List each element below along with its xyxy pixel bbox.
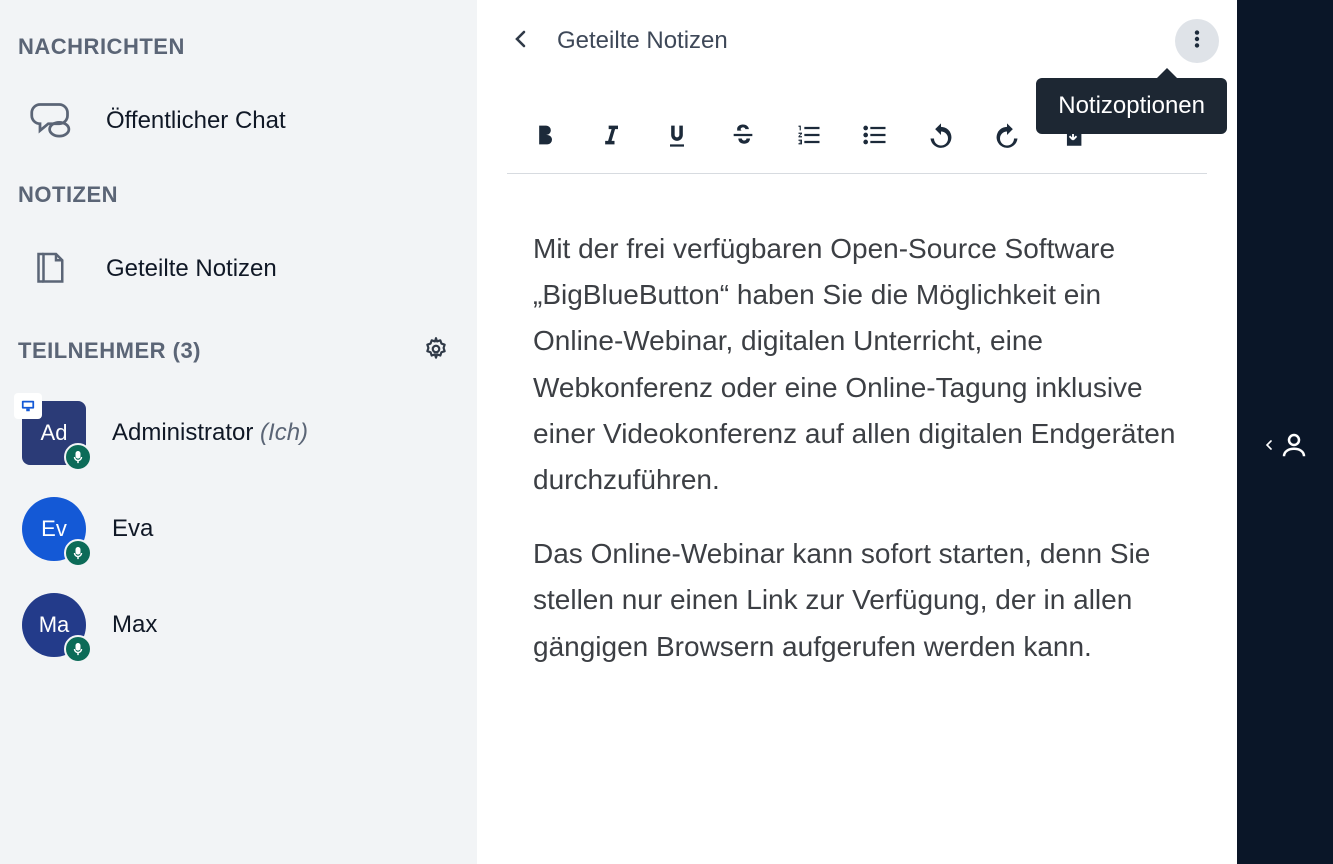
shared-notes-label: Geteilte Notizen: [106, 255, 277, 283]
user-icon: [1279, 430, 1309, 463]
notes-panel: Geteilte Notizen Notizoptionen: [477, 0, 1237, 864]
undo-button[interactable]: [925, 117, 957, 155]
avatar: Ev: [22, 497, 86, 561]
section-title-notes: NOTIZEN: [0, 168, 477, 222]
undo-icon: [927, 121, 955, 152]
underline-button[interactable]: [661, 117, 693, 155]
note-paragraph: Mit der frei verfügbaren Open-Source Sof…: [533, 226, 1181, 503]
notes-icon: [22, 240, 80, 298]
ordered-list-icon: [795, 121, 823, 152]
participants-settings-button[interactable]: [417, 330, 455, 371]
chevron-left-icon: [509, 42, 533, 57]
mic-icon: [64, 443, 92, 471]
right-toolbar: [1237, 0, 1333, 864]
unordered-list-icon: [861, 121, 889, 152]
redo-button[interactable]: [991, 117, 1023, 155]
section-title-participants: TEILNEHMER (3): [18, 338, 201, 364]
editor: Mit der frei verfügbaren Open-Source Sof…: [477, 81, 1237, 864]
redo-icon: [993, 121, 1021, 152]
note-options-button[interactable]: [1175, 19, 1219, 63]
panel-header: Geteilte Notizen: [477, 0, 1237, 81]
bold-icon: [531, 121, 559, 152]
participant-item[interactable]: Ad Administrator (Ich): [0, 385, 477, 481]
panel-title: Geteilte Notizen: [557, 27, 728, 55]
strikethrough-button[interactable]: [727, 117, 759, 155]
participant-item[interactable]: Ev Eva: [0, 481, 477, 577]
sidebar-item-shared-notes[interactable]: Geteilte Notizen: [0, 222, 477, 316]
mic-icon: [64, 539, 92, 567]
options-tooltip: Notizoptionen: [1036, 78, 1227, 134]
note-paragraph: Das Online-Webinar kann sofort starten, …: [533, 531, 1181, 670]
avatar: Ad: [22, 401, 86, 465]
participant-name: Max: [112, 611, 157, 639]
back-button[interactable]: [503, 18, 539, 63]
left-sidebar: NACHRICHTEN Öffentlicher Chat NOTIZEN Ge…: [0, 0, 477, 864]
ordered-list-button[interactable]: [793, 117, 825, 155]
sidebar-item-public-chat[interactable]: Öffentlicher Chat: [0, 74, 477, 168]
participant-name: Eva: [112, 515, 153, 543]
public-chat-label: Öffentlicher Chat: [106, 107, 286, 135]
toggle-users-button[interactable]: [1261, 28, 1309, 864]
underline-icon: [663, 121, 691, 152]
mic-icon: [64, 635, 92, 663]
section-title-messages: NACHRICHTEN: [0, 20, 477, 74]
gear-icon: [423, 350, 449, 365]
dots-vertical-icon: [1186, 28, 1208, 53]
italic-button[interactable]: [595, 117, 627, 155]
chat-icon: [22, 92, 80, 150]
italic-icon: [597, 121, 625, 152]
participant-item[interactable]: Ma Max: [0, 577, 477, 673]
note-text-area[interactable]: Mit der frei verfügbaren Open-Source Sof…: [507, 174, 1207, 864]
unordered-list-button[interactable]: [859, 117, 891, 155]
bold-button[interactable]: [529, 117, 561, 155]
participant-name: Administrator (Ich): [112, 419, 308, 447]
chevron-left-icon: [1261, 431, 1277, 462]
avatar: Ma: [22, 593, 86, 657]
strikethrough-icon: [729, 121, 757, 152]
presenter-icon: [14, 393, 42, 419]
